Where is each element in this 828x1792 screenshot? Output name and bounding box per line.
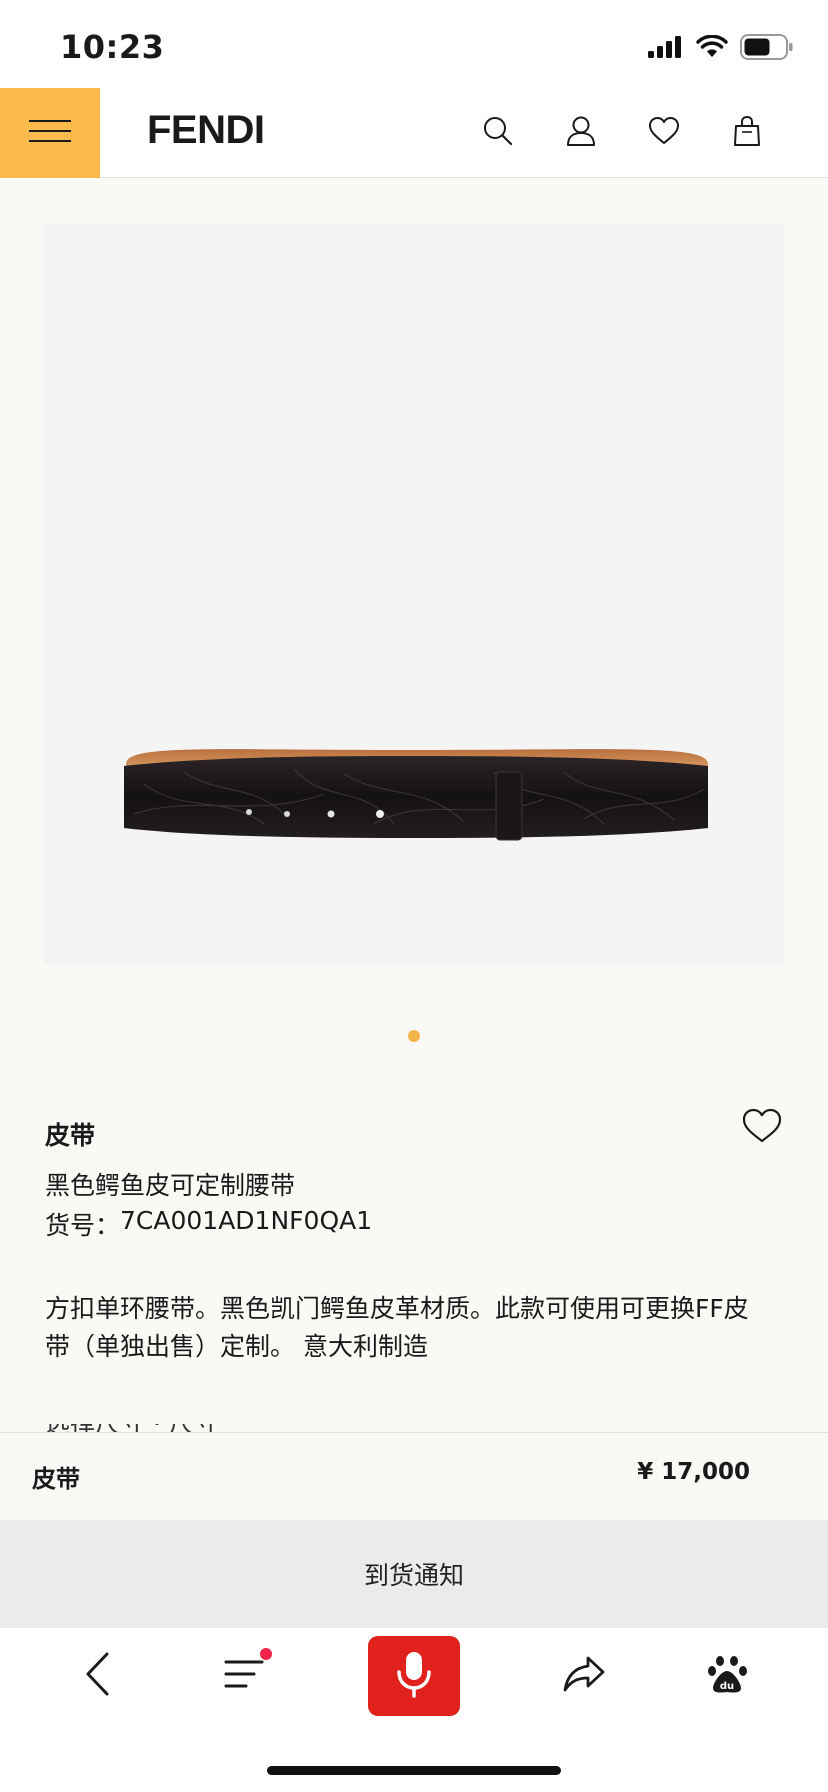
baidu-button[interactable]: du bbox=[698, 1646, 758, 1706]
menu-list-icon bbox=[224, 1658, 264, 1694]
brand-logo[interactable]: FENDI bbox=[147, 108, 265, 153]
share-icon bbox=[562, 1654, 606, 1698]
site-header: FENDI bbox=[0, 88, 828, 178]
home-indicator bbox=[267, 1766, 561, 1775]
browser-toolbar: du bbox=[0, 1628, 828, 1792]
shopping-bag-icon bbox=[733, 115, 761, 151]
back-button[interactable] bbox=[68, 1646, 128, 1706]
product-description: 方扣单环腰带。黑色凯门鳄鱼皮革材质。此款可使用可更换FF皮 带（单独出售）定制。… bbox=[45, 1290, 785, 1366]
wishlist-heart-icon bbox=[648, 116, 680, 150]
voice-search-button[interactable] bbox=[368, 1636, 460, 1716]
status-icons bbox=[648, 34, 794, 64]
signal-icon bbox=[648, 36, 684, 62]
carousel-dot-active[interactable] bbox=[408, 1030, 420, 1042]
search-icon bbox=[482, 115, 514, 151]
product-sku: 货号： 7CA001AD1NF0QA1 bbox=[45, 1206, 372, 1242]
search-button[interactable] bbox=[477, 112, 519, 154]
menu-button[interactable] bbox=[0, 88, 100, 178]
shopping-bag-button[interactable] bbox=[726, 112, 768, 154]
back-icon bbox=[83, 1651, 113, 1701]
notify-when-available-button[interactable]: 到货通知 bbox=[0, 1520, 828, 1628]
account-icon bbox=[565, 115, 597, 151]
baidu-paw-icon: du bbox=[707, 1653, 749, 1699]
sku-label: 货号： bbox=[45, 1211, 121, 1240]
product-category: 皮带 bbox=[45, 1121, 96, 1150]
wifi-icon bbox=[696, 34, 728, 63]
price-bar-product-name: 皮带 bbox=[32, 1465, 80, 1493]
hamburger-menu-icon bbox=[29, 119, 71, 147]
wishlist-button[interactable] bbox=[742, 1108, 786, 1152]
heart-icon bbox=[742, 1108, 782, 1148]
wishlist-header-button[interactable] bbox=[643, 112, 685, 154]
description-line: 方扣单环腰带。黑色凯门鳄鱼皮革材质。此款可使用可更换FF皮 bbox=[45, 1294, 749, 1323]
share-button[interactable] bbox=[554, 1646, 614, 1706]
status-bar: 10:23 bbox=[0, 0, 828, 88]
product-name: 黑色鳄鱼皮可定制腰带 bbox=[45, 1171, 296, 1200]
sku-value: 7CA001AD1NF0QA1 bbox=[120, 1206, 373, 1235]
price-bar: 皮带 ¥ 17,000 bbox=[0, 1432, 828, 1520]
product-image[interactable] bbox=[44, 224, 784, 964]
microphone-icon bbox=[395, 1650, 433, 1702]
status-time: 10:23 bbox=[60, 28, 165, 66]
account-button[interactable] bbox=[560, 112, 602, 154]
belt-image bbox=[124, 749, 708, 841]
svg-text:du: du bbox=[720, 1681, 734, 1692]
notification-dot bbox=[260, 1648, 272, 1660]
description-line: 带（单独出售）定制。 意大利制造 bbox=[45, 1332, 428, 1361]
price-bar-price: ¥ 17,000 bbox=[637, 1459, 750, 1485]
battery-icon bbox=[740, 34, 794, 64]
